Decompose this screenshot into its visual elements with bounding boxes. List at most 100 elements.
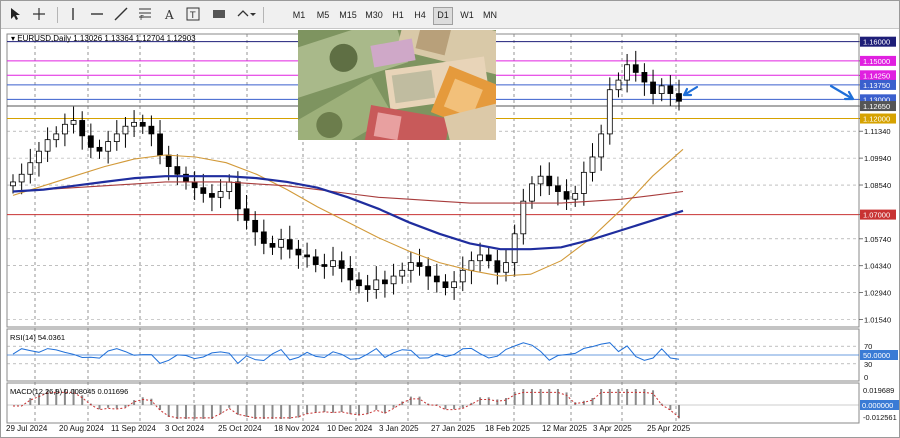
horizontal-line-tool-icon[interactable] xyxy=(89,5,105,23)
date-axis-label: 11 Sep 2024 xyxy=(111,424,156,433)
text-label-tool-icon[interactable]: T xyxy=(185,5,201,23)
macd-histogram-bar xyxy=(29,398,32,405)
macd-histogram-bar xyxy=(608,389,611,405)
timeframe-m30-button[interactable]: M30 xyxy=(363,7,385,23)
candle-body xyxy=(598,133,605,158)
macd-histogram-bar xyxy=(133,400,136,405)
candle-body xyxy=(399,269,406,277)
candle-body xyxy=(658,85,665,94)
rsi-line xyxy=(12,342,680,365)
candle-body xyxy=(79,120,86,137)
candle-body xyxy=(650,81,656,94)
rectangle-tool-icon[interactable] xyxy=(211,5,227,23)
candle-body xyxy=(451,281,458,289)
candle-body xyxy=(615,79,622,91)
toolbar: F A T M1 M5 M15 M30 H1 H4 D1 W1 MN xyxy=(1,1,899,29)
candle-body xyxy=(148,125,155,135)
price-axis-label: 1.02940 xyxy=(864,289,891,298)
macd-histogram-bar xyxy=(591,398,594,405)
candle-body xyxy=(676,93,682,102)
candle-body xyxy=(520,200,527,235)
macd-histogram-bar xyxy=(124,405,127,408)
price-axis-label: 1.09940 xyxy=(864,154,891,163)
candle-body xyxy=(425,266,432,277)
candle-body xyxy=(27,162,34,175)
macd-histogram-bar xyxy=(288,405,291,419)
candle-body xyxy=(139,121,146,127)
date-axis-label: 29 Jul 2024 xyxy=(6,424,48,433)
price-level-label: 1.15000 xyxy=(863,57,890,66)
candle-body xyxy=(555,185,561,192)
svg-text:F: F xyxy=(140,14,144,21)
cursor-tool-icon[interactable] xyxy=(7,5,23,23)
macd-histogram-bar xyxy=(444,405,447,410)
timeframe-m15-button[interactable]: M15 xyxy=(338,7,358,23)
fibonacci-tool-icon[interactable]: F xyxy=(137,5,153,23)
candle-body xyxy=(18,173,25,183)
macd-histogram-bar xyxy=(479,397,482,405)
shapes-tool-icon[interactable] xyxy=(235,5,257,23)
macd-histogram-bar xyxy=(383,405,386,414)
candle-body xyxy=(174,166,181,175)
candle-body xyxy=(10,181,16,187)
candle-body xyxy=(347,267,354,281)
date-axis-label: 3 Apr 2025 xyxy=(593,424,632,433)
candle-body xyxy=(503,262,509,273)
candle-body xyxy=(330,260,336,267)
timeframe-w1-button[interactable]: W1 xyxy=(458,7,476,23)
price-axis-label: 1.04340 xyxy=(864,262,891,271)
macd-histogram-bar xyxy=(280,405,283,419)
macd-histogram-bar xyxy=(643,389,646,405)
candle-body xyxy=(122,125,129,135)
candle-body xyxy=(606,89,613,135)
macd-histogram-bar xyxy=(219,405,222,415)
timeframe-h1-button[interactable]: H1 xyxy=(389,7,407,23)
trendline-tool-icon[interactable] xyxy=(113,5,129,23)
macd-label: MACD(12,26,9) 0.008045 0.011696 xyxy=(10,387,128,396)
candle-body xyxy=(131,121,137,127)
price-level-label: 1.13750 xyxy=(863,81,890,90)
date-axis-label: 18 Feb 2025 xyxy=(485,424,530,433)
candle-body xyxy=(286,239,293,250)
timeframe-m1-button[interactable]: M1 xyxy=(290,7,308,23)
date-axis-label: 20 Aug 2024 xyxy=(59,424,104,433)
date-axis-label: 3 Jan 2025 xyxy=(379,424,419,433)
candle-body xyxy=(537,175,544,185)
timeframe-mn-button[interactable]: MN xyxy=(480,7,500,23)
timeframe-h4-button[interactable]: H4 xyxy=(411,7,429,23)
macd-histogram-bar xyxy=(634,389,637,405)
candle-body xyxy=(157,133,163,156)
macd-histogram-bar xyxy=(461,405,464,408)
macd-histogram-bar xyxy=(548,389,551,405)
macd-histogram-bar xyxy=(409,396,412,405)
candle-body xyxy=(96,146,103,152)
date-axis-label: 12 Mar 2025 xyxy=(542,424,587,433)
candle-body xyxy=(624,64,631,81)
macd-histogram-bar xyxy=(98,405,101,410)
macd-axis-label: 0.019689 xyxy=(863,386,894,395)
macd-histogram-bar xyxy=(262,405,265,419)
candle-body xyxy=(191,181,198,189)
svg-text:A: A xyxy=(164,8,174,21)
vertical-line-tool-icon[interactable] xyxy=(65,5,81,23)
candle-body xyxy=(70,120,77,125)
timeframe-d1-button[interactable]: D1 xyxy=(433,7,453,25)
macd-histogram-bar xyxy=(297,405,300,418)
text-tool-icon[interactable]: A xyxy=(161,5,177,23)
candle-body xyxy=(87,135,94,148)
candle-body xyxy=(356,279,362,287)
macd-histogram-bar xyxy=(340,405,343,412)
candle-body xyxy=(165,154,172,167)
macd-histogram-bar xyxy=(150,398,153,405)
candle-body xyxy=(477,254,483,262)
candle-body xyxy=(338,260,345,269)
macd-histogram-bar xyxy=(245,405,248,417)
timeframe-m5-button[interactable]: M5 xyxy=(314,7,332,23)
macd-histogram-bar xyxy=(556,389,559,405)
candle-body xyxy=(252,219,259,233)
date-axis-label: 27 Jan 2025 xyxy=(431,424,476,433)
candle-body xyxy=(53,133,60,141)
crosshair-tool-icon[interactable] xyxy=(31,5,47,23)
candle-body xyxy=(433,275,440,283)
macd-histogram-bar xyxy=(167,405,170,417)
